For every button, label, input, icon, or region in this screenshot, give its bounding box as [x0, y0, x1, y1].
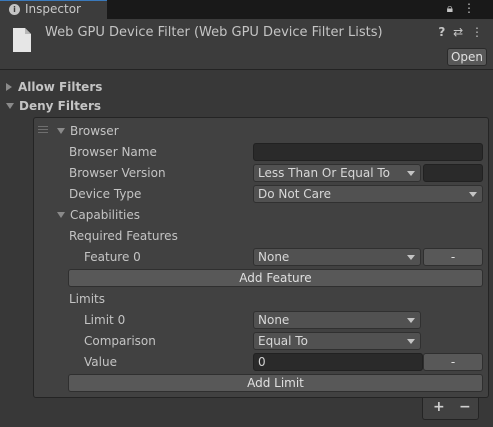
asset-title: Web GPU Device Filter (Web GPU Device Fi…: [45, 25, 383, 40]
file-icon: [13, 28, 31, 52]
comparison-dropdown[interactable]: Equal To: [253, 332, 421, 350]
limit-0-dropdown[interactable]: None: [253, 311, 421, 329]
more-icon[interactable]: ⋮: [471, 25, 483, 39]
tab-inspector[interactable]: i Inspector: [0, 0, 107, 19]
limit-0-label: Limit 0: [84, 313, 126, 327]
feature-0-dropdown[interactable]: None: [253, 248, 421, 266]
browser-version-input[interactable]: [423, 164, 483, 182]
chevron-down-icon: [407, 171, 415, 176]
expanded-arrow-icon: [57, 212, 65, 218]
inspector-header: Web GPU Device Filter (Web GPU Device Fi…: [0, 19, 493, 70]
chevron-down-icon: [407, 339, 415, 344]
list-footer: + −: [422, 398, 479, 420]
expanded-arrow-icon: [6, 103, 14, 109]
open-button[interactable]: Open: [447, 48, 487, 66]
presets-icon[interactable]: ⇄: [453, 25, 463, 39]
device-type-dropdown[interactable]: Do Not Care: [253, 185, 483, 203]
browser-version-comparison-dropdown[interactable]: Less Than Or Equal To: [253, 164, 421, 182]
tab-bar: i Inspector 🔒︎⋮: [0, 0, 493, 19]
browser-version-label: Browser Version: [69, 166, 166, 180]
chevron-down-icon: [469, 192, 477, 197]
dropdown-value: Equal To: [258, 334, 308, 348]
collapsed-arrow-icon: [6, 83, 12, 91]
allow-filters-label: Allow Filters: [18, 80, 103, 94]
remove-element-button[interactable]: −: [459, 399, 471, 415]
dropdown-value: None: [258, 250, 290, 264]
add-feature-button[interactable]: Add Feature: [68, 269, 483, 287]
limits-label: Limits: [69, 292, 105, 306]
limit-value-input[interactable]: 0: [253, 353, 423, 371]
dropdown-value: Less Than Or Equal To: [258, 166, 391, 180]
allow-filters-foldout[interactable]: Allow Filters: [6, 80, 102, 94]
deny-filters-foldout[interactable]: Deny Filters: [6, 99, 101, 113]
browser-name-input[interactable]: [253, 143, 483, 161]
browser-name-label: Browser Name: [69, 145, 157, 159]
drag-handle-icon[interactable]: [38, 126, 48, 135]
required-features-label: Required Features: [69, 229, 178, 243]
remove-feature-button[interactable]: -: [423, 248, 483, 266]
add-limit-button[interactable]: Add Limit: [68, 374, 483, 392]
header-icons: ? ⇄ ⋮: [434, 25, 483, 39]
dropdown-value: None: [258, 313, 290, 327]
info-icon: i: [9, 4, 20, 15]
browser-foldout[interactable]: Browser: [57, 124, 119, 138]
window-menu-icon[interactable]: ⋮: [463, 1, 485, 15]
feature-0-label: Feature 0: [84, 250, 141, 264]
lock-icon[interactable]: 🔒︎: [447, 1, 463, 15]
browser-label: Browser: [70, 124, 119, 138]
deny-filters-label: Deny Filters: [19, 99, 102, 113]
comparison-label: Comparison: [84, 334, 156, 348]
inspector-window: i Inspector 🔒︎⋮ Web GPU Device Filter (W…: [0, 0, 493, 427]
device-type-label: Device Type: [69, 187, 142, 201]
add-element-button[interactable]: +: [433, 399, 445, 415]
chevron-down-icon: [407, 255, 415, 260]
help-icon[interactable]: ?: [438, 25, 445, 39]
window-controls: 🔒︎⋮: [447, 1, 485, 16]
expanded-arrow-icon: [57, 128, 65, 134]
capabilities-foldout[interactable]: Capabilities: [57, 208, 140, 222]
dropdown-value: Do Not Care: [258, 187, 332, 201]
capabilities-label: Capabilities: [70, 208, 140, 222]
value-label: Value: [84, 355, 117, 369]
remove-limit-button[interactable]: -: [423, 353, 483, 371]
tab-label: Inspector: [25, 2, 81, 16]
chevron-down-icon: [407, 318, 415, 323]
